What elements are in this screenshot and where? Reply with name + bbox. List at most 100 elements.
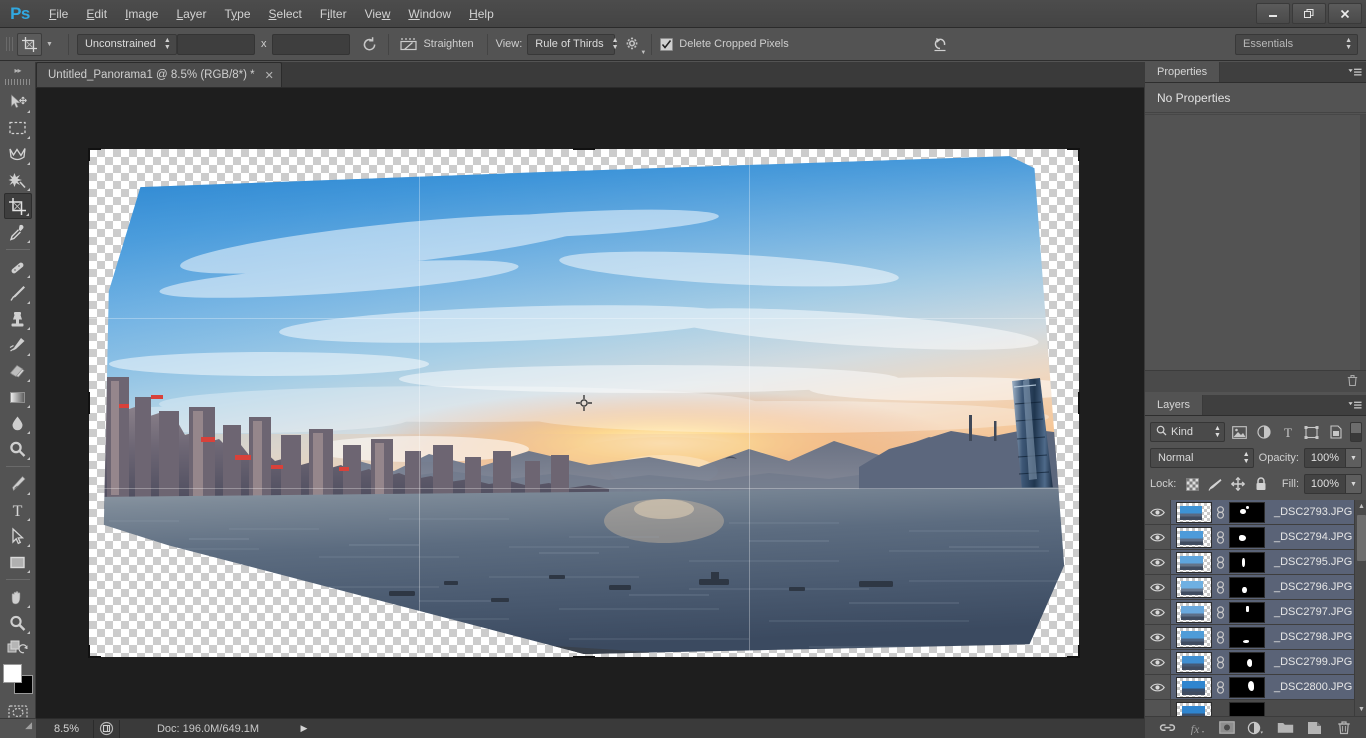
minimize-button[interactable] (1256, 3, 1290, 24)
menu-file[interactable]: File (40, 0, 77, 28)
document-window[interactable] (89, 149, 1079, 657)
layer-mask-thumbnail[interactable] (1229, 652, 1265, 673)
crop-center-marker-icon[interactable] (576, 395, 593, 412)
layer-mask-link-icon[interactable] (1214, 506, 1227, 519)
layer-thumbnail[interactable] (1176, 677, 1212, 698)
tab-layers[interactable]: Layers (1145, 395, 1203, 415)
pixel-filter-icon[interactable] (1230, 422, 1249, 442)
delete-layer-icon[interactable] (1335, 719, 1353, 737)
tools-panel-grip[interactable] (5, 78, 31, 86)
overlay-view-select[interactable]: Rule of Thirds ▲▼ (527, 34, 615, 55)
straighten-label[interactable]: Straighten (423, 38, 473, 50)
restore-button[interactable] (1292, 3, 1326, 24)
layer-row[interactable] (1145, 700, 1366, 716)
link-layers-icon[interactable] (1159, 719, 1177, 737)
fill-input[interactable]: 100% (1304, 474, 1346, 494)
layer-thumbnail[interactable] (1176, 502, 1212, 523)
aspect-ratio-select[interactable]: Unconstrained ▲▼ (77, 34, 177, 55)
layer-thumbnail[interactable] (1176, 702, 1212, 717)
tools-collapse-button[interactable]: ▸▸ (0, 62, 35, 78)
crop-handle-bottom[interactable] (573, 656, 595, 658)
history-brush-tool[interactable] (4, 332, 32, 358)
crop-handle-right[interactable] (1078, 392, 1080, 414)
crop-handle-bottom-left[interactable] (88, 645, 101, 658)
new-group-icon[interactable] (1276, 719, 1294, 737)
menu-edit[interactable]: Edit (77, 0, 116, 28)
layer-mask-link-icon[interactable] (1214, 556, 1227, 569)
delete-cropped-pixels-checkbox[interactable] (660, 38, 673, 51)
lasso-tool[interactable] (4, 141, 32, 167)
layer-thumbnail[interactable] (1176, 552, 1212, 573)
menu-image[interactable]: Image (116, 0, 167, 28)
crop-handle-top[interactable] (573, 148, 595, 150)
menu-view[interactable]: View (356, 0, 400, 28)
layer-row[interactable]: _DSC2795.JPG (1145, 550, 1366, 575)
gradient-tool[interactable] (4, 384, 32, 410)
layer-list[interactable]: _DSC2793.JPG_DSC2794.JPG_DSC2795.JPG_DSC… (1145, 500, 1366, 716)
filter-enable-toggle[interactable] (1350, 422, 1362, 442)
layer-row[interactable]: _DSC2799.JPG (1145, 650, 1366, 675)
layer-visibility-toggle[interactable] (1145, 525, 1171, 549)
hand-tool[interactable] (4, 584, 32, 610)
blur-tool[interactable] (4, 410, 32, 436)
scroll-up-icon[interactable]: ▲ (1355, 500, 1366, 513)
layer-mask-thumbnail[interactable] (1229, 702, 1265, 717)
layer-row[interactable]: _DSC2796.JPG (1145, 575, 1366, 600)
eyedropper-tool[interactable] (4, 219, 32, 245)
layer-visibility-toggle[interactable] (1145, 625, 1171, 649)
straighten-icon[interactable] (397, 33, 419, 55)
zoom-tool[interactable] (4, 610, 32, 636)
panel-menu-icon[interactable] (1348, 66, 1362, 79)
doc-info-icon[interactable] (94, 720, 120, 738)
layer-visibility-toggle[interactable] (1145, 575, 1171, 599)
layer-visibility-toggle[interactable] (1145, 675, 1171, 699)
opacity-chevron-down-icon[interactable]: ▼ (1346, 448, 1362, 468)
fill-chevron-down-icon[interactable]: ▼ (1346, 474, 1362, 494)
layer-mask-link-icon[interactable] (1214, 606, 1227, 619)
crop-tool-icon[interactable] (17, 33, 42, 56)
layer-row[interactable]: _DSC2800.JPG (1145, 675, 1366, 700)
lock-transparency-icon[interactable] (1185, 477, 1199, 491)
crop-handle-bottom-right[interactable] (1067, 645, 1080, 658)
layer-thumbnail[interactable] (1176, 652, 1212, 673)
layer-mask-thumbnail[interactable] (1229, 552, 1265, 573)
smart-object-filter-icon[interactable] (1326, 422, 1345, 442)
workspace-select[interactable]: Essentials ▲▼ (1235, 34, 1358, 55)
gear-icon[interactable]: ▼ (621, 33, 643, 55)
layer-visibility-toggle[interactable] (1145, 700, 1171, 716)
opacity-input[interactable]: 100% (1304, 448, 1346, 468)
quick-selection-tool[interactable] (4, 167, 32, 193)
layer-mask-thumbnail[interactable] (1229, 502, 1265, 523)
layer-visibility-toggle[interactable] (1145, 550, 1171, 574)
layer-row[interactable]: _DSC2797.JPG (1145, 600, 1366, 625)
layer-mask-link-icon[interactable] (1214, 631, 1227, 644)
layer-mask-icon[interactable] (1218, 719, 1236, 737)
menu-filter[interactable]: Filter (311, 0, 356, 28)
clone-stamp-tool[interactable] (4, 306, 32, 332)
spot-healing-brush-tool[interactable] (4, 254, 32, 280)
layer-row[interactable]: _DSC2798.JPG (1145, 625, 1366, 650)
color-swatches[interactable] (3, 664, 33, 694)
blend-mode-select[interactable]: Normal ▲▼ (1150, 448, 1254, 468)
status-bar-resize-corner[interactable]: ◢ (0, 718, 36, 738)
crop-handle-left[interactable] (88, 392, 90, 414)
tab-properties[interactable]: Properties (1145, 62, 1220, 82)
rectangular-marquee-tool[interactable] (4, 115, 32, 141)
menu-type[interactable]: Type (215, 0, 259, 28)
lock-all-icon[interactable] (1254, 477, 1268, 491)
options-bar-grip[interactable] (4, 33, 13, 55)
dodge-tool[interactable] (4, 436, 32, 462)
new-layer-icon[interactable] (1306, 719, 1324, 737)
layer-thumbnail[interactable] (1176, 527, 1212, 548)
brush-tool[interactable] (4, 280, 32, 306)
foreground-color-swatch[interactable] (3, 664, 22, 683)
move-tool[interactable] (4, 89, 32, 115)
layer-mask-thumbnail[interactable] (1229, 677, 1265, 698)
layer-row[interactable]: _DSC2793.JPG (1145, 500, 1366, 525)
crop-handle-top-left[interactable] (88, 148, 101, 161)
edit-toolbar-button[interactable] (4, 636, 32, 658)
properties-scrollbar[interactable] (1360, 115, 1366, 382)
layer-mask-thumbnail[interactable] (1229, 627, 1265, 648)
type-tool[interactable]: T (4, 497, 32, 523)
panel-menu-icon[interactable] (1348, 399, 1362, 412)
